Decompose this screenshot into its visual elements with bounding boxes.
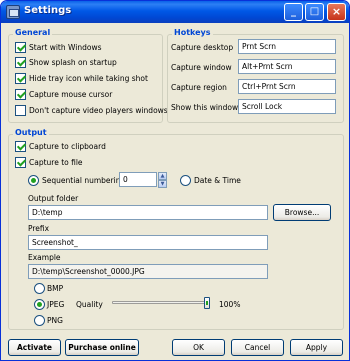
- maximize-icon[interactable]: □: [305, 3, 324, 21]
- title-bar[interactable]: Settings _ □ ×: [1, 1, 349, 23]
- hotkey-capture-region-field[interactable]: Ctrl+Prnt Scrn: [238, 79, 336, 94]
- ok-button[interactable]: OK: [172, 339, 225, 356]
- hotkey-label-capture-window: Capture window: [171, 63, 232, 72]
- purchase-online-button[interactable]: Purchase online: [65, 339, 139, 356]
- dont-capture-video-label: Don't capture video players windows: [29, 106, 168, 115]
- format-jpeg-radio[interactable]: [34, 299, 45, 310]
- hotkey-label-show-window: Show this window: [171, 103, 239, 112]
- hotkey-capture-window-field[interactable]: Alt+Prnt Scrn: [238, 59, 336, 74]
- format-jpeg-label: JPEG: [47, 300, 65, 309]
- show-splash-checkbox[interactable]: [15, 57, 26, 68]
- hotkey-show-window-field[interactable]: Scroll Lock: [238, 99, 336, 114]
- settings-window: Settings _ □ × General Start with Window…: [0, 0, 350, 361]
- start-with-windows-label: Start with Windows: [29, 43, 102, 52]
- output-folder-label: Output folder: [28, 194, 79, 203]
- hide-tray-icon-label: Hide tray icon while taking shot: [29, 74, 148, 83]
- output-folder-input[interactable]: D:\temp: [28, 205, 268, 220]
- capture-clipboard-checkbox[interactable]: [15, 141, 26, 152]
- capture-clipboard-label: Capture to clipboard: [29, 142, 106, 151]
- quality-slider-thumb[interactable]: [204, 297, 210, 309]
- app-icon: [6, 5, 20, 19]
- browse-button[interactable]: Browse...: [273, 204, 331, 221]
- format-bmp-radio[interactable]: [34, 283, 45, 294]
- capture-file-checkbox[interactable]: [15, 157, 26, 168]
- example-label: Example: [28, 253, 61, 262]
- general-group-title: General: [13, 28, 53, 37]
- date-time-radio[interactable]: [180, 175, 191, 186]
- hotkey-label-capture-region: Capture region: [171, 83, 227, 92]
- cancel-button[interactable]: Cancel: [231, 339, 284, 356]
- hotkeys-group-title: Hotkeys: [172, 28, 213, 37]
- hotkey-label-capture-desktop: Capture desktop: [171, 43, 234, 52]
- quality-slider-track[interactable]: [112, 301, 210, 304]
- quality-label: Quality: [76, 300, 103, 309]
- spin-up-icon[interactable]: ▲: [158, 172, 167, 180]
- apply-button[interactable]: Apply: [290, 339, 343, 356]
- format-bmp-label: BMP: [47, 284, 64, 293]
- dont-capture-video-checkbox[interactable]: [15, 105, 26, 116]
- output-group-title: Output: [13, 128, 49, 137]
- format-png-radio[interactable]: [34, 315, 45, 326]
- quality-value: 100%: [219, 300, 241, 309]
- show-splash-label: Show splash on startup: [29, 58, 117, 67]
- prefix-input[interactable]: Screenshot_: [28, 235, 268, 250]
- spin-down-icon[interactable]: ▼: [158, 180, 167, 188]
- example-field: D:\temp\Screenshot_0000.JPG: [28, 264, 268, 279]
- hide-tray-icon-checkbox[interactable]: [15, 73, 26, 84]
- hotkey-capture-desktop-field[interactable]: Prnt Scrn: [238, 39, 336, 54]
- sequence-start-input[interactable]: 0: [119, 172, 157, 187]
- sequential-numbering-radio[interactable]: [28, 175, 39, 186]
- activate-button[interactable]: Activate: [8, 339, 61, 356]
- format-png-label: PNG: [47, 316, 63, 325]
- prefix-label: Prefix: [28, 224, 50, 233]
- start-with-windows-checkbox[interactable]: [15, 42, 26, 53]
- capture-mouse-cursor-label: Capture mouse cursor: [29, 90, 113, 99]
- minimize-icon[interactable]: _: [284, 3, 303, 21]
- window-title: Settings: [24, 5, 72, 16]
- date-time-label: Date & Time: [194, 176, 241, 185]
- capture-file-label: Capture to file: [29, 158, 83, 167]
- capture-mouse-cursor-checkbox[interactable]: [15, 89, 26, 100]
- sequential-numbering-label: Sequential numbering: [42, 176, 126, 185]
- close-icon[interactable]: ×: [327, 3, 346, 21]
